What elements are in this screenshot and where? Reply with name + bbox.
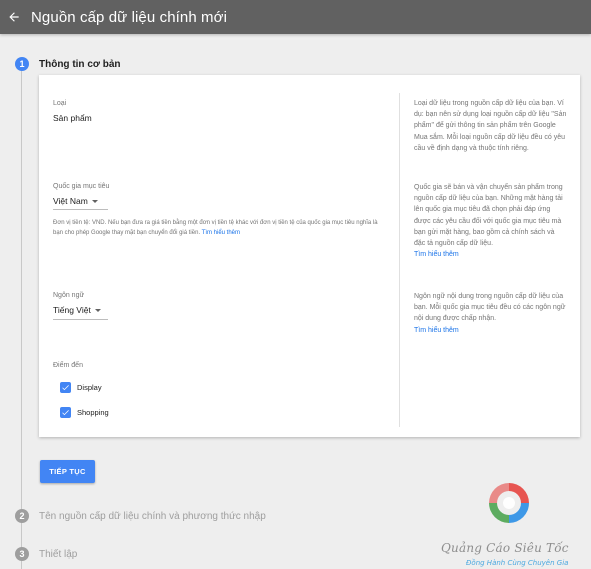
- language-value: Tiếng Việt: [53, 305, 91, 315]
- currency-learn-more-link[interactable]: Tìm hiểu thêm: [202, 230, 240, 236]
- step-3-label[interactable]: Thiết lập: [39, 549, 77, 560]
- step-1-badge: 1: [15, 57, 29, 71]
- language-underline: [53, 319, 108, 320]
- country-underline: [53, 209, 108, 210]
- language-learn-more-link[interactable]: Tìm hiểu thêm: [414, 325, 567, 336]
- display-label: Display: [77, 383, 102, 392]
- country-help: Quốc gia sẽ bán và vận chuyển sản phẩm t…: [414, 182, 567, 260]
- page-title: Nguồn cấp dữ liệu chính mới: [31, 8, 228, 26]
- dropdown-arrow-icon: [91, 199, 98, 203]
- continue-button[interactable]: TIẾP TỤC: [40, 460, 95, 483]
- shopping-checkbox[interactable]: Shopping: [60, 407, 109, 418]
- watermark-title: Quảng Cáo Siêu Tốc: [441, 541, 569, 555]
- app-bar: Nguồn cấp dữ liệu chính mới: [0, 0, 591, 34]
- type-value: Sản phẩm: [53, 113, 92, 123]
- card-divider: [399, 93, 400, 427]
- currency-note: Đơn vị tiền tệ: VND. Nếu bạn đưa ra giá …: [53, 219, 383, 238]
- destinations-label: Điểm đến: [53, 362, 83, 369]
- watermark-subtitle: Đồng Hành Cùng Chuyên Gia: [466, 559, 569, 567]
- type-help-text: Loại dữ liệu trong nguồn cấp dữ liệu của…: [414, 100, 567, 152]
- type-label: Loại: [53, 100, 67, 107]
- type-help: Loại dữ liệu trong nguồn cấp dữ liệu của…: [414, 98, 567, 154]
- arrow-back-icon[interactable]: [3, 6, 25, 28]
- checkbox-checked-icon: [60, 407, 71, 418]
- country-help-text: Quốc gia sẽ bán và vận chuyển sản phẩm t…: [414, 184, 563, 248]
- display-checkbox[interactable]: Display: [60, 382, 102, 393]
- dropdown-arrow-icon: [94, 308, 101, 312]
- language-label: Ngôn ngữ: [53, 292, 85, 299]
- checkbox-checked-icon: [60, 382, 71, 393]
- country-dropdown[interactable]: Việt Nam: [53, 196, 98, 206]
- step-2-badge: 2: [15, 509, 29, 523]
- language-help: Ngôn ngữ nội dung trong nguồn cấp dữ liệ…: [414, 291, 567, 336]
- step-2-label[interactable]: Tên nguồn cấp dữ liệu chính và phương th…: [39, 511, 266, 522]
- step-1-label[interactable]: Thông tin cơ bản: [39, 59, 121, 70]
- language-dropdown[interactable]: Tiếng Việt: [53, 305, 101, 315]
- step-3-badge: 3: [15, 547, 29, 561]
- watermark-logo-icon: [489, 483, 529, 523]
- country-label: Quốc gia mục tiêu: [53, 183, 110, 190]
- country-learn-more-link[interactable]: Tìm hiểu thêm: [414, 249, 567, 260]
- stepper-line: [21, 70, 22, 569]
- shopping-label: Shopping: [77, 408, 109, 417]
- basic-info-card: Loại Sản phẩm Quốc gia mục tiêu Việt Nam…: [39, 75, 580, 437]
- language-help-text: Ngôn ngữ nội dung trong nguồn cấp dữ liệ…: [414, 293, 566, 323]
- country-value: Việt Nam: [53, 196, 88, 206]
